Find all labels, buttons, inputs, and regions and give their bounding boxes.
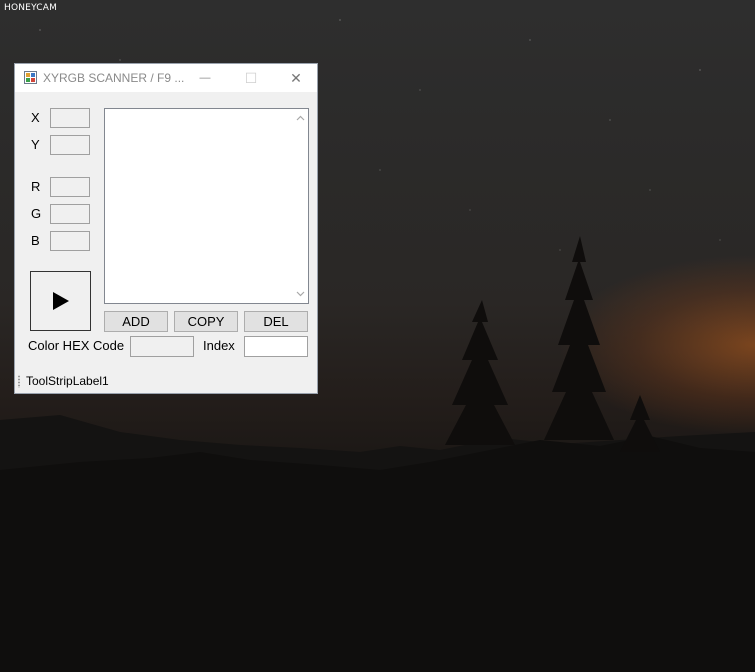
play-icon — [52, 292, 69, 310]
scroll-up-icon[interactable] — [292, 110, 308, 126]
r-label: R — [31, 179, 41, 194]
hex-code-label: Color HEX Code — [28, 338, 125, 353]
maximize-icon: ☐ — [244, 69, 258, 86]
status-strip: ToolStripLabel1 — [15, 370, 317, 393]
y-label: Y — [31, 137, 40, 152]
index-field[interactable] — [244, 336, 308, 357]
app-window: XYRGB SCANNER / F9 ... — ☐ ✕ X Y R G B A… — [14, 63, 318, 394]
close-icon: ✕ — [290, 69, 302, 86]
desktop-background: HONEYCAM XYRGB SCANNER / F9 ... — ☐ ✕ X — [0, 0, 755, 672]
title-bar[interactable]: XYRGB SCANNER / F9 ... — ☐ ✕ — [15, 64, 317, 92]
add-button[interactable]: ADD — [104, 311, 168, 332]
g-label: G — [31, 206, 42, 221]
coordinates-listbox[interactable] — [104, 108, 309, 304]
r-field[interactable] — [50, 177, 90, 197]
g-field[interactable] — [50, 204, 90, 224]
status-label: ToolStripLabel1 — [26, 374, 109, 388]
y-field[interactable] — [50, 135, 90, 155]
del-button[interactable]: DEL — [244, 311, 308, 332]
hex-code-field[interactable] — [130, 336, 194, 357]
status-grip-icon — [18, 375, 20, 388]
listbox-scrollbar[interactable] — [292, 109, 308, 303]
scroll-down-icon[interactable] — [292, 286, 308, 302]
window-title: XYRGB SCANNER / F9 ... — [43, 71, 185, 85]
watermark-text: HONEYCAM — [4, 3, 58, 13]
b-field[interactable] — [50, 231, 90, 251]
start-scan-button[interactable] — [30, 271, 91, 331]
x-label: X — [31, 110, 40, 125]
app-icon — [24, 71, 37, 84]
index-label: Index — [203, 338, 235, 353]
minimize-icon: — — [199, 72, 211, 84]
form-client-area: X Y R G B ADD COPY DEL Color HEX Code In… — [15, 92, 317, 373]
maximize-button[interactable]: ☐ — [228, 64, 274, 92]
minimize-button[interactable]: — — [182, 64, 228, 92]
copy-button[interactable]: COPY — [174, 311, 238, 332]
close-button[interactable]: ✕ — [273, 64, 319, 92]
x-field[interactable] — [50, 108, 90, 128]
b-label: B — [31, 233, 40, 248]
